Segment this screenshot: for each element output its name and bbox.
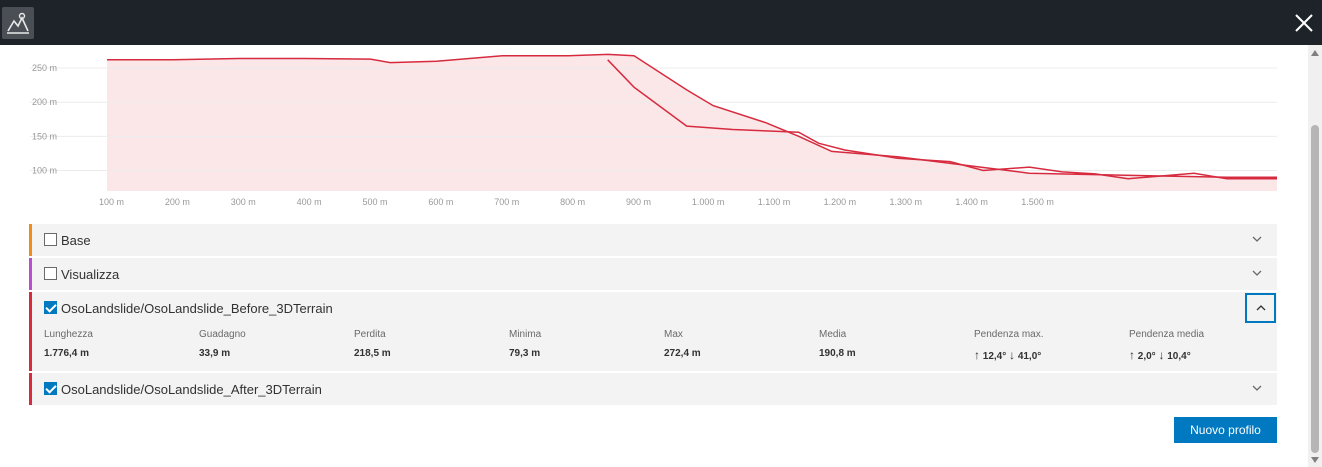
x-tick-label: 1.000 m <box>692 197 725 207</box>
stat-max-slope: Pendenza max. ↑ 12,4° ↓ 41,0° <box>974 329 1044 362</box>
layer-checkbox[interactable] <box>44 267 57 280</box>
layer-checkbox-checked[interactable] <box>44 382 57 395</box>
arrow-down-icon: ↓ <box>1009 348 1016 362</box>
y-tick-label: 250 m <box>32 63 57 73</box>
layer-panel-after[interactable]: OsoLandslide/OsoLandslide_After_3DTerrai… <box>29 373 1277 405</box>
y-tick-label: 200 m <box>32 97 57 107</box>
layer-panel-visualizza[interactable]: Visualizza <box>29 258 1277 290</box>
x-tick-label: 400 m <box>297 197 322 207</box>
layer-panel-base[interactable]: Base <box>29 224 1277 256</box>
x-tick-label: 500 m <box>363 197 388 207</box>
chevron-down-icon[interactable] <box>1251 382 1263 394</box>
x-tick-label: 900 m <box>626 197 651 207</box>
x-tick-label: 800 m <box>560 197 585 207</box>
new-profile-button[interactable]: Nuovo profilo <box>1174 417 1277 443</box>
layer-label: Base <box>61 233 91 248</box>
scroll-up-arrow-icon[interactable] <box>1311 50 1319 56</box>
scroll-thumb[interactable] <box>1311 125 1319 453</box>
chevron-down-icon[interactable] <box>1251 233 1263 245</box>
x-tick-label: 600 m <box>428 197 453 207</box>
stat-min: Minima 79,3 m <box>509 329 542 359</box>
x-tick-label: 1.100 m <box>758 197 791 207</box>
vertical-scrollbar[interactable] <box>1308 45 1322 467</box>
chevron-up-icon <box>1256 305 1266 311</box>
x-tick-label: 300 m <box>231 197 256 207</box>
layer-panel-header[interactable]: OsoLandslide/OsoLandslide_After_3DTerrai… <box>29 373 1277 405</box>
y-tick-label: 100 m <box>32 166 57 176</box>
layer-panel-header[interactable]: Visualizza <box>29 258 1277 290</box>
x-tick-label: 1.500 m <box>1021 197 1054 207</box>
arrow-down-icon: ↓ <box>1158 348 1165 362</box>
close-icon[interactable] <box>1292 11 1316 35</box>
stat-max: Max 272,4 m <box>664 329 701 359</box>
arrow-up-icon: ↑ <box>1129 348 1135 362</box>
y-tick-label: 150 m <box>32 131 57 141</box>
x-tick-label: 1.400 m <box>955 197 988 207</box>
x-tick-label: 200 m <box>165 197 190 207</box>
chevron-down-icon[interactable] <box>1251 267 1263 279</box>
layer-label: OsoLandslide/OsoLandslide_Before_3DTerra… <box>61 301 333 316</box>
collapse-button[interactable] <box>1245 293 1276 323</box>
stat-average: Media 190,8 m <box>819 329 856 359</box>
layer-panel-before[interactable]: OsoLandslide/OsoLandslide_Before_3DTerra… <box>29 292 1277 371</box>
layer-checkbox[interactable] <box>44 233 57 246</box>
stat-avg-slope: Pendenza media ↑ 2,0° ↓ 10,4° <box>1129 329 1205 362</box>
stat-length: Lunghezza 1.776,4 m <box>44 329 93 359</box>
elevation-profile-icon <box>2 7 34 39</box>
elevation-profile-chart[interactable]: 250 m 200 m 150 m 100 m 100 m 200 m 300 m 400 m… <box>20 45 1280 215</box>
layer-label: OsoLandslide/OsoLandslide_After_3DTerrai… <box>61 382 322 397</box>
title-bar <box>0 0 1322 45</box>
x-tick-label: 100 m <box>99 197 124 207</box>
layer-panel-header[interactable]: OsoLandslide/OsoLandslide_Before_3DTerra… <box>29 292 1277 324</box>
x-tick-label: 1.300 m <box>890 197 923 207</box>
stat-gain: Guadagno 33,9 m <box>199 329 246 359</box>
arrow-up-icon: ↑ <box>974 348 980 362</box>
layer-checkbox-checked[interactable] <box>44 301 57 314</box>
stat-loss: Perdita 218,5 m <box>354 329 391 359</box>
profile-statistics: Lunghezza 1.776,4 m Guadagno 33,9 m Perd… <box>44 329 1274 369</box>
x-tick-label: 1.200 m <box>824 197 857 207</box>
layer-label: Visualizza <box>61 267 120 282</box>
scroll-down-arrow-icon[interactable] <box>1311 457 1319 463</box>
layer-panel-header[interactable]: Base <box>29 224 1277 256</box>
x-tick-label: 700 m <box>494 197 519 207</box>
